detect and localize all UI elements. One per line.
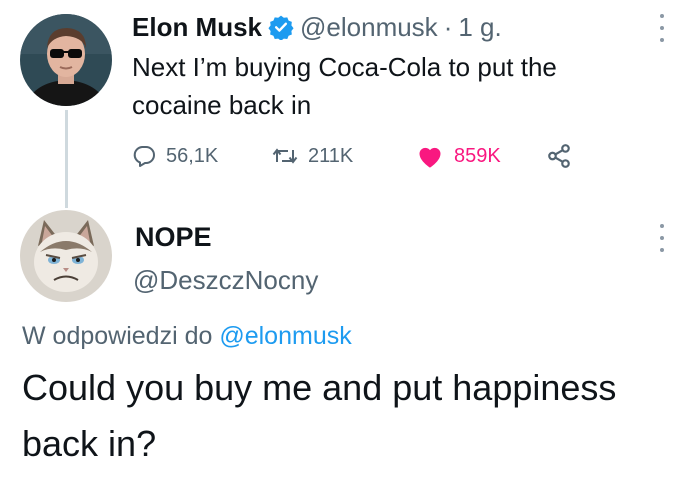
like-button[interactable]: 859K <box>416 143 546 169</box>
retweet-count: 211K <box>308 144 354 167</box>
thread-line <box>65 110 68 208</box>
more-icon[interactable] <box>658 14 666 42</box>
reply-to-link[interactable]: @elonmusk <box>219 322 351 350</box>
reply-author-handle[interactable]: @DeszczNocny <box>133 265 318 295</box>
reply-author-name[interactable]: NOPE <box>135 222 212 252</box>
share-icon <box>546 143 572 169</box>
retweet-icon <box>272 144 298 168</box>
avatar-deszcznocny[interactable] <box>20 210 112 302</box>
author-handle[interactable]: @elonmusk <box>300 12 438 42</box>
share-button[interactable] <box>546 143 572 169</box>
like-count: 859K <box>454 144 501 167</box>
verified-badge-icon <box>268 14 294 41</box>
avatar-elon-musk[interactable] <box>20 14 112 106</box>
reply-icon <box>132 144 156 168</box>
separator-dot: · <box>443 12 453 42</box>
more-icon[interactable] <box>658 224 666 252</box>
reply-text: Could you buy me and put happiness back … <box>22 367 617 464</box>
tweet-actions: 56,1K 211K 859K <box>132 140 572 172</box>
reply-context: W odpowiedzi do @elonmusk <box>22 320 352 352</box>
reply-prefix: W odpowiedzi do <box>22 322 213 350</box>
retweet-button[interactable]: 211K <box>272 144 416 168</box>
tweet-timestamp[interactable]: 1 g. <box>458 12 501 42</box>
tweet-header: Elon Musk @elonmusk · 1 g. <box>132 12 502 42</box>
heart-icon <box>416 143 444 169</box>
reply-button[interactable]: 56,1K <box>132 144 272 168</box>
reply-count: 56,1K <box>166 144 219 167</box>
tweet-text: Next I’m buying Coca-Cola to put the coc… <box>132 52 557 120</box>
author-name[interactable]: Elon Musk <box>132 12 262 42</box>
